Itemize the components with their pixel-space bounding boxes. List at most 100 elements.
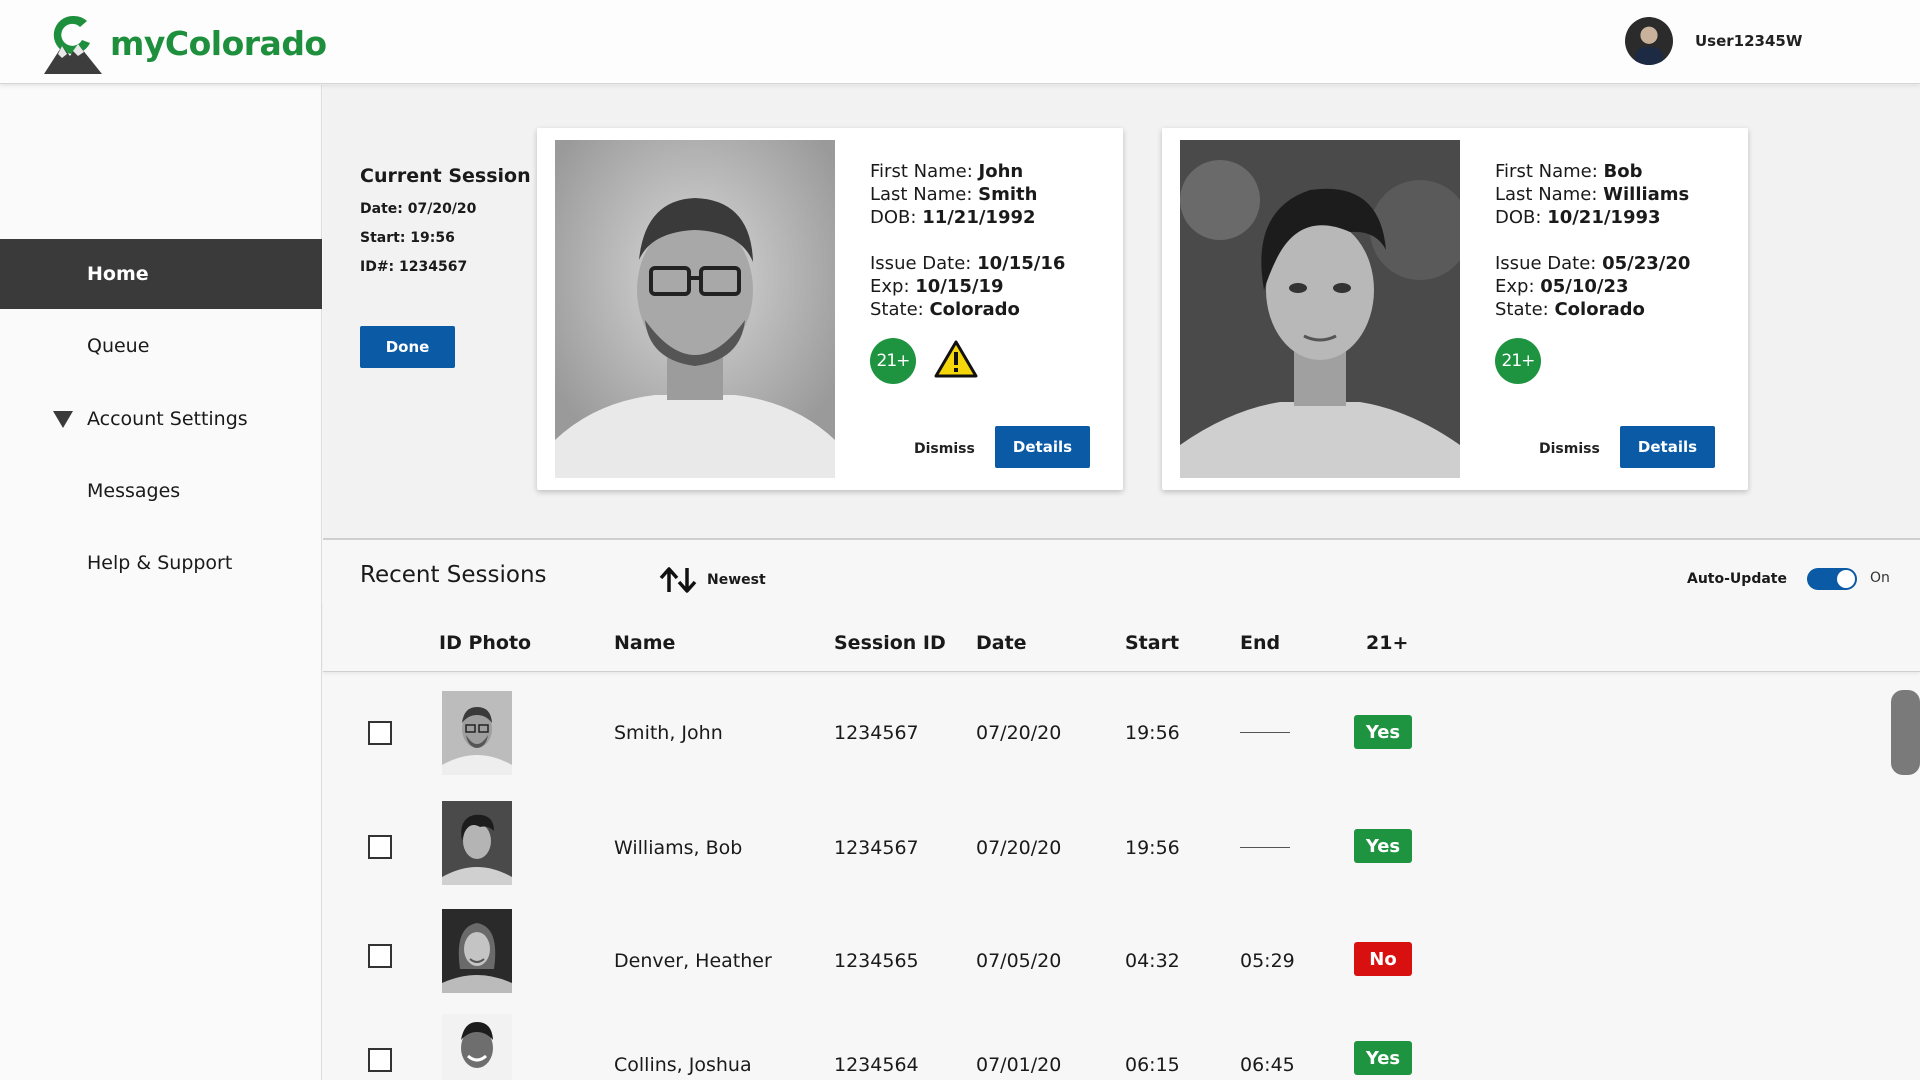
recent-sessions-title: Recent Sessions — [360, 562, 547, 588]
issue-date-label: Issue Date: — [1495, 253, 1597, 274]
sort-control[interactable]: Newest — [659, 566, 766, 594]
recent-sessions: Recent Sessions Newest Auto-Update On ID… — [323, 542, 1920, 1080]
sidebar-item-label: Queue — [87, 335, 150, 357]
dismiss-button[interactable]: Dismiss — [914, 441, 975, 457]
table-header — [323, 602, 1920, 672]
current-session-panel: Current Session Date: 07/20/20 Start: 19… — [323, 85, 1920, 540]
state-label: State: — [1495, 299, 1549, 320]
dob-value: 11/21/1992 — [922, 207, 1036, 228]
row-date: 07/20/20 — [976, 837, 1062, 859]
column-header-date[interactable]: Date — [976, 632, 1027, 654]
exp-value: 10/15/19 — [915, 276, 1004, 297]
sidebar-item-home[interactable]: Home — [0, 239, 322, 309]
row-id-photo — [442, 691, 512, 775]
last-name-label: Last Name: — [1495, 184, 1598, 205]
dismiss-button[interactable]: Dismiss — [1539, 441, 1600, 457]
done-button[interactable]: Done — [360, 326, 455, 368]
row-date: 07/01/20 — [976, 1054, 1062, 1076]
dob-label: DOB: — [1495, 207, 1542, 228]
state-value: Colorado — [929, 299, 1020, 320]
sidebar-item-label: Home — [87, 263, 149, 285]
caret-down-icon[interactable] — [53, 411, 73, 428]
sidebar-item-label: Account Settings — [87, 408, 248, 430]
sidebar-item-help-support[interactable]: Help & Support — [0, 528, 322, 598]
sidebar-item-queue[interactable]: Queue — [0, 311, 322, 381]
column-header-session-id[interactable]: Session ID — [834, 632, 946, 654]
id-card-details: First Name: Bob Last Name: Williams DOB:… — [1495, 160, 1690, 321]
row-name: Smith, John — [614, 722, 723, 744]
state-value: Colorado — [1554, 299, 1645, 320]
user-menu[interactable]: User12345W — [1625, 17, 1802, 65]
session-title: Current Session — [360, 165, 531, 187]
column-header-21plus[interactable]: 21+ — [1366, 632, 1408, 654]
sidebar-item-label: Help & Support — [87, 552, 233, 574]
row-checkbox[interactable] — [368, 1048, 392, 1072]
state-label: State: — [870, 299, 924, 320]
brand-logo[interactable]: myColorado — [40, 10, 327, 76]
auto-update-state: On — [1870, 570, 1890, 586]
id-photo — [1180, 140, 1460, 478]
column-header-id-photo[interactable]: ID Photo — [439, 632, 531, 654]
last-name-label: Last Name: — [870, 184, 973, 205]
row-name: Collins, Joshua — [614, 1054, 752, 1076]
table-scrollbar[interactable] — [1891, 690, 1920, 775]
row-end: 06:45 — [1240, 1054, 1295, 1076]
app-header: myColorado User12345W — [0, 0, 1920, 84]
brand-name: myColorado — [110, 23, 327, 63]
row-id-photo — [442, 801, 512, 885]
session-date: Date: 07/20/20 — [360, 201, 477, 217]
username: User12345W — [1695, 32, 1803, 50]
id-photo — [555, 140, 835, 478]
table-row[interactable]: Williams, Bob 1234567 07/20/20 19:56 Yes — [323, 797, 1883, 897]
row-session-id: 1234567 — [834, 837, 919, 859]
last-name-value: Williams — [1603, 184, 1690, 205]
row-end-empty — [1240, 732, 1290, 733]
row-id-photo — [442, 1014, 512, 1080]
row-checkbox[interactable] — [368, 944, 392, 968]
issue-date-label: Issue Date: — [870, 253, 972, 274]
row-end-empty — [1240, 847, 1290, 848]
auto-update-toggle[interactable] — [1807, 568, 1857, 590]
exp-label: Exp: — [870, 276, 910, 297]
row-end: 05:29 — [1240, 950, 1295, 972]
row-id-photo — [442, 909, 512, 993]
dob-label: DOB: — [870, 207, 917, 228]
details-button[interactable]: Details — [1620, 426, 1715, 468]
first-name-label: First Name: — [870, 161, 973, 182]
details-button[interactable]: Details — [995, 426, 1090, 468]
row-checkbox[interactable] — [368, 835, 392, 859]
age-21-badge: 21+ — [870, 338, 916, 384]
table-row[interactable]: Smith, John 1234567 07/20/20 19:56 Yes — [323, 687, 1883, 787]
dob-value: 10/21/1993 — [1547, 207, 1661, 228]
row-session-id: 1234564 — [834, 1054, 919, 1076]
exp-value: 05/10/23 — [1540, 276, 1629, 297]
sidebar-item-messages[interactable]: Messages — [0, 456, 322, 526]
row-start: 06:15 — [1125, 1054, 1180, 1076]
badges: 21+ — [1495, 338, 1541, 384]
age-21-badge: 21+ — [1495, 338, 1541, 384]
column-header-name[interactable]: Name — [614, 632, 675, 654]
row-checkbox[interactable] — [368, 721, 392, 745]
session-id: ID#: 1234567 — [360, 259, 468, 275]
row-start: 19:56 — [1125, 722, 1180, 744]
sidebar-item-label: Messages — [87, 480, 181, 502]
row-session-id: 1234565 — [834, 950, 919, 972]
auto-update-label: Auto-Update — [1687, 571, 1787, 587]
table-row[interactable]: Denver, Heather 1234565 07/05/20 04:32 0… — [323, 907, 1883, 1007]
table-row[interactable]: Collins, Joshua 1234564 07/01/20 06:15 0… — [323, 1012, 1883, 1080]
first-name-value: John — [978, 161, 1024, 182]
id-card-details: First Name: John Last Name: Smith DOB: 1… — [870, 160, 1065, 321]
column-header-end[interactable]: End — [1240, 632, 1280, 654]
row-21plus-badge: Yes — [1354, 829, 1412, 863]
last-name-value: Smith — [978, 184, 1038, 205]
row-date: 07/05/20 — [976, 950, 1062, 972]
sidebar-item-account-settings[interactable]: Account Settings — [0, 384, 322, 454]
id-card-john: First Name: John Last Name: Smith DOB: 1… — [537, 128, 1123, 490]
badges: 21+ — [870, 338, 978, 384]
row-date: 07/20/20 — [976, 722, 1062, 744]
colorado-logo-icon — [40, 10, 106, 76]
column-header-start[interactable]: Start — [1125, 632, 1179, 654]
avatar[interactable] — [1625, 17, 1673, 65]
session-start: Start: 19:56 — [360, 230, 455, 246]
issue-date-value: 10/15/16 — [977, 253, 1066, 274]
